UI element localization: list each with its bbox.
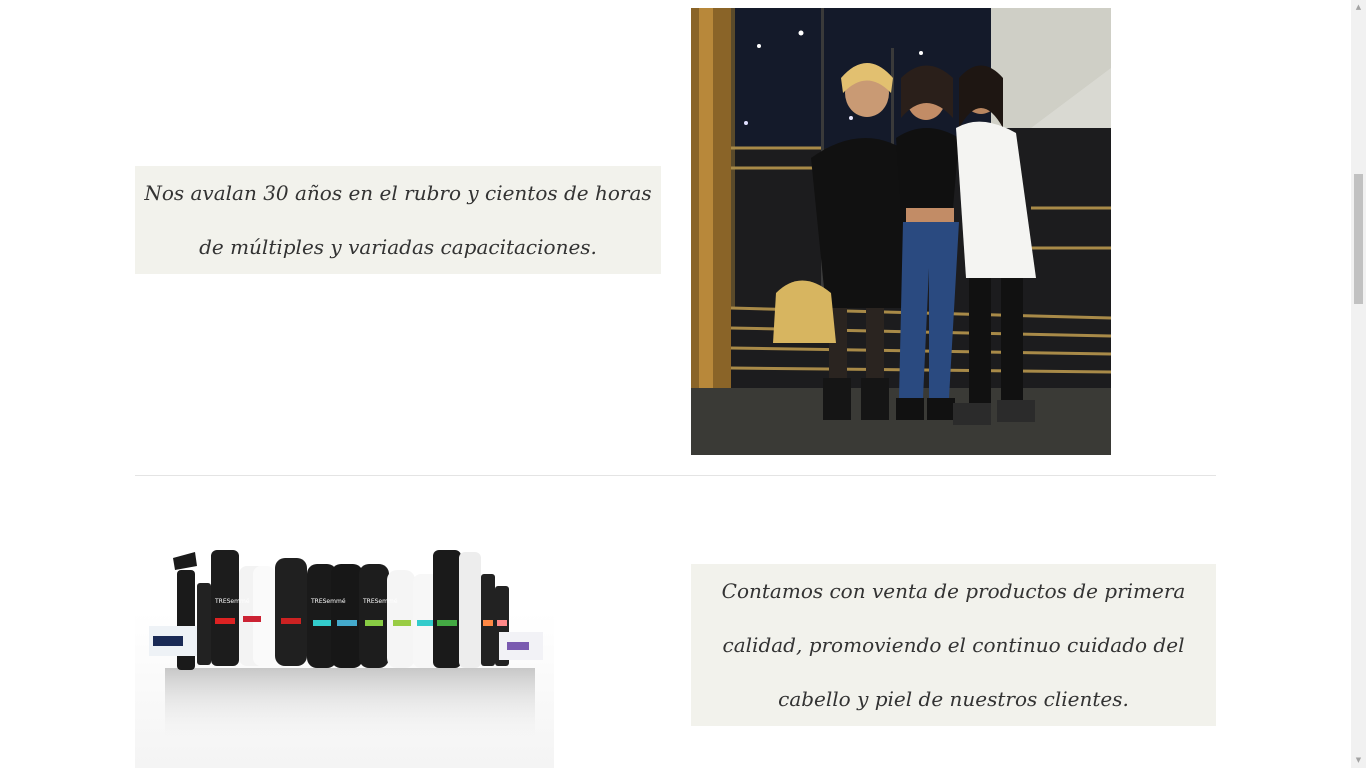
brand-label: TRESemmé [310, 598, 346, 605]
section-divider [135, 475, 1216, 476]
page-viewport: Nos avalan 30 años en el rubro y cientos… [0, 0, 1351, 768]
experience-text: Nos avalan 30 años en el rubro y cientos… [144, 181, 652, 259]
products-text-block: Contamos con venta de productos de prime… [691, 564, 1216, 726]
scroll-down-icon[interactable]: ▼ [1351, 753, 1366, 768]
products-graphic: TRESemmé TRESemmé TRESemmé [149, 550, 543, 748]
team-photo-graphic [691, 8, 1111, 455]
experience-text-block: Nos avalan 30 años en el rubro y cientos… [135, 166, 661, 274]
team-photo [691, 8, 1111, 455]
brand-label: TRESemmé [214, 598, 250, 605]
vertical-scrollbar[interactable]: ▲ ▼ [1351, 0, 1366, 768]
scroll-up-icon[interactable]: ▲ [1351, 0, 1366, 15]
brand-label: TRESemmé [362, 598, 398, 605]
tresemme-products-photo: TRESemmé TRESemmé TRESemmé [135, 508, 554, 768]
products-text: Contamos con venta de productos de prime… [721, 579, 1186, 711]
scroll-thumb[interactable] [1354, 174, 1363, 304]
